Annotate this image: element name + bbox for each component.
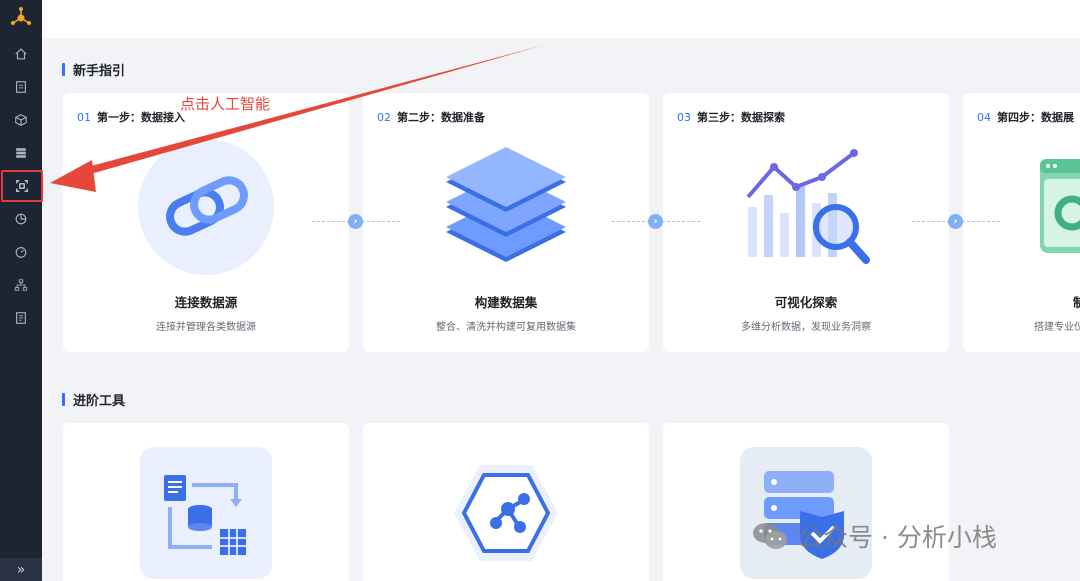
section-title-guide: 新手指引 [62,60,125,79]
sidebar-item-home[interactable] [0,40,42,68]
logo-icon[interactable] [9,6,33,30]
sidebar-item-report[interactable] [0,304,42,332]
step-description: 整合、清洗并构建可复用数据集 [436,322,576,333]
tool-card-1[interactable] [63,423,349,581]
document-icon [16,81,26,93]
step-label: 第四步：数据展 [997,111,1074,124]
network-hexagon-icon [454,465,558,561]
step-label: 第一步：数据接入 [97,111,185,124]
wechat-icon [753,523,787,549]
step-description: 多维分析数据，发现业务洞察 [741,322,871,333]
sidebar: » [0,0,43,581]
step-title: 可视化探索 [774,295,838,310]
double-chevron-icon: » [16,561,26,578]
step-header: 03 第三步：数据探索 [677,109,785,125]
step-card-3[interactable]: 03 第三步：数据探索 可视化探索 多维分析数据，发现业务洞察 [663,93,949,352]
link-chain-icon [138,139,274,275]
step-description: 连接并管理各类数据源 [156,322,256,333]
sidebar-item-document[interactable] [0,73,42,101]
step-header: 01 第一步：数据接入 [77,109,185,125]
section-title-advanced: 进阶工具 [62,390,125,409]
section-title-text: 进阶工具 [73,394,126,409]
ai-icon [16,180,28,192]
step-number: 01 [77,111,91,124]
database-icon [16,148,26,158]
sidebar-item-pie-chart[interactable] [0,205,42,233]
sidebar-item-database[interactable] [0,139,42,167]
dashboard-window-icon [1040,159,1080,253]
server-shield-icon [740,447,872,579]
cube-icon [15,114,27,126]
chevron-right-icon: › [948,214,963,229]
step-title: 制 [1073,295,1080,310]
step-number: 04 [977,111,991,124]
dashboard-icon [15,247,27,258]
step-label: 第二步：数据准备 [397,111,485,124]
chevron-right-icon: › [648,214,663,229]
sidebar-collapse-button[interactable]: » [0,558,42,581]
step-card-4[interactable]: 04 第四步：数据展 制 搭建专业仪 [963,93,1080,352]
layers-stack-icon [446,147,566,262]
step-title: 连接数据源 [174,295,238,310]
sidebar-item-cube[interactable] [0,106,42,134]
step-number: 03 [677,111,691,124]
step-card-2[interactable]: 02 第二步：数据准备 构建数据集 整合、清洗并构建可复用数据集 [363,93,649,352]
tool-card-3[interactable] [663,423,949,581]
sidebar-item-hierarchy[interactable] [0,271,42,299]
section-title-text: 新手指引 [73,64,126,79]
annotation-text: 点击人工智能 [180,95,271,113]
chart-magnifier-icon [746,149,870,264]
sidebar-item-dashboard[interactable] [0,238,42,266]
step-header: 02 第二步：数据准备 [377,109,485,125]
watermark: 公众号 · 分析小栈 [752,518,997,554]
step-header: 04 第四步：数据展 [977,109,1074,125]
data-sync-icon [140,447,272,579]
watermark-text: 公众号 · 分析小栈 [798,523,997,552]
sidebar-item-ai[interactable] [1,170,43,202]
section-accent-bar [62,393,65,406]
hierarchy-icon [14,279,28,291]
step-title: 构建数据集 [474,295,538,310]
report-icon [16,312,26,324]
section-accent-bar [62,63,65,76]
top-bar [42,0,1080,38]
step-label: 第三步：数据探索 [697,111,785,124]
step-card-1[interactable]: 01 第一步：数据接入 连接数据源 连接并管理各类数据源 [63,93,349,352]
chevron-right-icon: › [348,214,363,229]
step-description: 搭建专业仪 [1034,322,1080,333]
home-icon [15,48,27,60]
tool-card-2[interactable] [363,423,649,581]
step-number: 02 [377,111,391,124]
pie-chart-icon [15,213,27,225]
